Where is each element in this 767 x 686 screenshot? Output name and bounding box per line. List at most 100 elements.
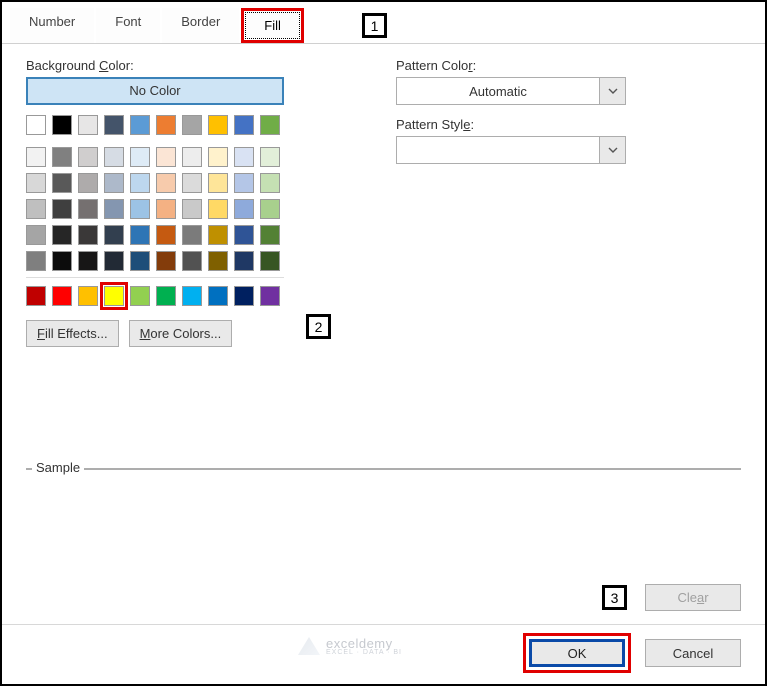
color-swatch[interactable] [182, 251, 202, 271]
color-swatch[interactable] [78, 173, 98, 193]
color-swatch[interactable] [208, 173, 228, 193]
color-swatch[interactable] [234, 147, 254, 167]
right-pane: Pattern Color: Automatic Pattern Style: [396, 58, 741, 347]
color-swatch[interactable] [104, 225, 124, 245]
color-swatch[interactable] [260, 199, 280, 219]
ok-button[interactable]: OK [529, 639, 625, 667]
color-swatch[interactable] [52, 286, 72, 306]
color-swatch[interactable] [78, 147, 98, 167]
color-swatch[interactable] [182, 147, 202, 167]
color-swatch[interactable] [26, 286, 46, 306]
color-swatch[interactable] [26, 199, 46, 219]
color-swatch[interactable] [26, 147, 46, 167]
pattern-color-label: Pattern Color: [396, 58, 741, 73]
color-swatch[interactable] [234, 173, 254, 193]
color-swatch[interactable] [104, 147, 124, 167]
color-swatch[interactable] [104, 251, 124, 271]
color-swatch[interactable] [78, 286, 98, 306]
palette-divider [26, 277, 284, 278]
color-swatch[interactable] [234, 115, 254, 135]
color-swatch[interactable] [182, 173, 202, 193]
clear-button: Clear [645, 584, 741, 611]
tab-border[interactable]: Border [162, 8, 239, 43]
pattern-style-label: Pattern Style: [396, 117, 741, 132]
tab-fill[interactable]: Fill [245, 12, 300, 39]
color-swatch[interactable] [260, 147, 280, 167]
color-palette [26, 115, 326, 306]
callout-1: 1 [362, 13, 387, 38]
color-swatch[interactable] [130, 251, 150, 271]
color-swatch[interactable] [52, 225, 72, 245]
color-swatch[interactable] [26, 251, 46, 271]
color-swatch[interactable] [156, 115, 176, 135]
pattern-style-dropdown[interactable] [396, 136, 626, 164]
color-swatch[interactable] [52, 251, 72, 271]
color-swatch[interactable] [104, 286, 124, 306]
color-swatch[interactable] [156, 199, 176, 219]
fill-tab-content: Background Color: No Color 2 Fill Effect… [2, 44, 765, 347]
callout-3: 3 [602, 585, 627, 610]
color-swatch[interactable] [182, 225, 202, 245]
color-swatch[interactable] [26, 225, 46, 245]
palette-button-row: Fill Effects... More Colors... [26, 320, 326, 347]
color-swatch[interactable] [260, 115, 280, 135]
sample-preview-box [26, 468, 741, 470]
color-swatch[interactable] [130, 199, 150, 219]
no-color-button[interactable]: No Color [26, 77, 284, 105]
chevron-down-icon [599, 78, 625, 104]
color-swatch[interactable] [130, 115, 150, 135]
color-swatch[interactable] [156, 286, 176, 306]
color-swatch[interactable] [208, 147, 228, 167]
color-swatch[interactable] [26, 173, 46, 193]
format-cells-dialog: Number Font Border Fill 1 Background Col… [2, 2, 765, 684]
more-colors-button[interactable]: More Colors... [129, 320, 233, 347]
bg-color-label: Background Color: [26, 58, 326, 73]
color-swatch[interactable] [182, 286, 202, 306]
pattern-color-dropdown[interactable]: Automatic [396, 77, 626, 105]
highlight-ok: OK [523, 633, 631, 673]
tab-font[interactable]: Font [96, 8, 160, 43]
color-swatch[interactable] [156, 251, 176, 271]
color-swatch[interactable] [182, 115, 202, 135]
color-swatch[interactable] [78, 251, 98, 271]
color-swatch[interactable] [156, 225, 176, 245]
color-swatch[interactable] [78, 115, 98, 135]
color-swatch[interactable] [208, 251, 228, 271]
color-swatch[interactable] [26, 115, 46, 135]
color-swatch[interactable] [260, 173, 280, 193]
color-swatch[interactable] [234, 286, 254, 306]
color-swatch[interactable] [260, 251, 280, 271]
color-swatch[interactable] [208, 225, 228, 245]
color-swatch[interactable] [234, 225, 254, 245]
color-swatch[interactable] [52, 115, 72, 135]
color-swatch[interactable] [78, 199, 98, 219]
color-swatch[interactable] [234, 199, 254, 219]
color-swatch[interactable] [260, 225, 280, 245]
color-swatch[interactable] [208, 199, 228, 219]
palette-row [26, 173, 326, 193]
color-swatch[interactable] [130, 173, 150, 193]
color-swatch[interactable] [156, 173, 176, 193]
cancel-button[interactable]: Cancel [645, 639, 741, 667]
color-swatch[interactable] [260, 286, 280, 306]
color-swatch[interactable] [104, 115, 124, 135]
color-swatch[interactable] [78, 225, 98, 245]
color-swatch[interactable] [52, 147, 72, 167]
tab-number[interactable]: Number [10, 8, 94, 43]
color-swatch[interactable] [130, 286, 150, 306]
chevron-down-icon [599, 137, 625, 163]
color-swatch[interactable] [130, 225, 150, 245]
color-swatch[interactable] [182, 199, 202, 219]
palette-shade-grid [26, 147, 326, 271]
color-swatch[interactable] [130, 147, 150, 167]
color-swatch[interactable] [234, 251, 254, 271]
color-swatch[interactable] [52, 199, 72, 219]
color-swatch[interactable] [52, 173, 72, 193]
fill-effects-button[interactable]: Fill Effects... [26, 320, 119, 347]
clear-area: 3 Clear [602, 584, 741, 611]
color-swatch[interactable] [104, 173, 124, 193]
color-swatch[interactable] [156, 147, 176, 167]
color-swatch[interactable] [208, 115, 228, 135]
color-swatch[interactable] [104, 199, 124, 219]
color-swatch[interactable] [208, 286, 228, 306]
